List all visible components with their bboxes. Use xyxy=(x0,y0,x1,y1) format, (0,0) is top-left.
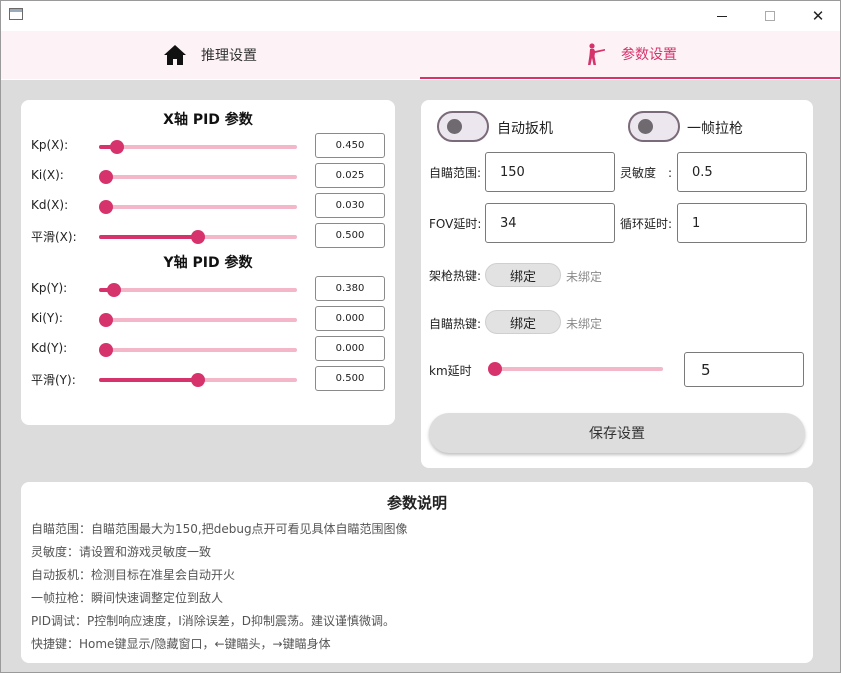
pid-parameters-card: X轴 PID 参数 Kp(X): 0.450 Ki(X): 0.025 Kd(X… xyxy=(21,100,395,425)
description-title: 参数说明 xyxy=(386,494,447,512)
kd-y-input[interactable]: 0.000 xyxy=(315,336,385,361)
slider-thumb[interactable] xyxy=(99,343,113,357)
one-frame-toggle[interactable] xyxy=(628,111,680,142)
smooth-x-label: 平滑(X): xyxy=(31,230,77,244)
fov-delay-input[interactable]: 34 xyxy=(485,203,615,243)
aim-range-label: 自瞄范围: xyxy=(429,166,482,180)
close-button[interactable]: ✕ xyxy=(795,1,841,31)
slider-thumb[interactable] xyxy=(488,362,502,376)
smooth-y-input[interactable]: 0.500 xyxy=(315,366,385,391)
home-icon xyxy=(164,45,186,65)
tab-inference-settings[interactable]: 推理设置 xyxy=(1,31,419,79)
slider-thumb[interactable] xyxy=(99,313,113,327)
kp-y-input[interactable]: 0.380 xyxy=(315,276,385,301)
tab-parameter-label: 参数设置 xyxy=(621,47,677,63)
slider-thumb[interactable] xyxy=(99,170,113,184)
toggle-knob xyxy=(447,119,462,134)
km-delay-label: km延时 xyxy=(429,364,472,378)
aim-hotkey-bind-button[interactable]: 绑定 xyxy=(485,310,561,334)
km-delay-input[interactable]: 5 xyxy=(684,352,804,387)
ki-x-input[interactable]: 0.025 xyxy=(315,163,385,188)
gun-hotkey-label: 架枪热键: xyxy=(429,269,482,283)
slider-thumb[interactable] xyxy=(99,200,113,214)
description-card: 参数说明 自瞄范围：自瞄范围最大为150,把debug点开可看见具体自瞄范围图像… xyxy=(21,482,813,663)
loop-delay-input[interactable]: 1 xyxy=(677,203,807,243)
pid-row-ki-x: Ki(X): 0.025 xyxy=(21,163,395,189)
maximize-button[interactable] xyxy=(747,1,793,31)
app-window-icon xyxy=(9,8,23,20)
smooth-x-slider[interactable] xyxy=(99,230,297,244)
pid-row-kd-y: Kd(Y): 0.000 xyxy=(21,336,395,362)
description-line: 自动扳机：检测目标在准星会自动开火 xyxy=(31,568,236,582)
save-settings-button[interactable]: 保存设置 xyxy=(429,413,805,453)
ki-y-input[interactable]: 0.000 xyxy=(315,306,385,331)
kp-y-label: Kp(Y): xyxy=(31,281,68,295)
kp-x-input[interactable]: 0.450 xyxy=(315,133,385,158)
title-bar: ✕ xyxy=(1,1,840,31)
content-area: X轴 PID 参数 Kp(X): 0.450 Ki(X): 0.025 Kd(X… xyxy=(1,80,840,672)
toggle-knob xyxy=(638,119,653,134)
smooth-y-label: 平滑(Y): xyxy=(31,373,76,387)
y-axis-pid-title: Y轴 PID 参数 xyxy=(163,255,253,271)
gun-hotkey-bind-button[interactable]: 绑定 xyxy=(485,263,561,287)
slider-thumb[interactable] xyxy=(106,283,121,297)
minimize-icon xyxy=(717,15,727,17)
description-line: 一帧拉枪：瞬间快速调整定位到敌人 xyxy=(31,591,224,605)
kd-x-label: Kd(X): xyxy=(31,198,69,212)
aim-hotkey-status: 未绑定 xyxy=(566,317,603,331)
description-line: PID调试：P控制响应速度，I消除误差，D抑制震荡。建议谨慎微调。 xyxy=(31,614,396,628)
minimize-button[interactable] xyxy=(699,1,745,31)
x-axis-pid-title: X轴 PID 参数 xyxy=(163,112,253,128)
aim-hotkey-label: 自瞄热键: xyxy=(429,317,482,331)
rifleman-icon xyxy=(588,43,605,65)
pid-row-smooth-x: 平滑(X): 0.500 xyxy=(21,223,395,249)
pid-row-ki-y: Ki(Y): 0.000 xyxy=(21,306,395,332)
description-line: 快捷键：Home键显示/隐藏窗口，←键瞄头，→键瞄身体 xyxy=(31,637,331,651)
kd-x-input[interactable]: 0.030 xyxy=(315,193,385,218)
pid-row-smooth-y: 平滑(Y): 0.500 xyxy=(21,366,395,392)
pid-row-kd-x: Kd(X): 0.030 xyxy=(21,193,395,219)
smooth-y-slider[interactable] xyxy=(99,373,297,387)
description-line: 灵敏度：请设置和游戏灵敏度一致 xyxy=(31,545,212,559)
auto-trigger-toggle[interactable] xyxy=(437,111,489,142)
fov-delay-label: FOV延时: xyxy=(429,217,482,231)
smooth-x-input[interactable]: 0.500 xyxy=(315,223,385,248)
maximize-icon xyxy=(765,11,775,21)
ki-x-label: Ki(X): xyxy=(31,168,64,182)
auto-trigger-label: 自动扳机 xyxy=(497,121,553,137)
tab-inference-label: 推理设置 xyxy=(201,48,257,64)
tab-parameter-settings[interactable]: 参数设置 xyxy=(420,31,840,79)
kp-x-slider[interactable] xyxy=(99,140,297,154)
ki-x-slider[interactable] xyxy=(99,170,297,184)
slider-thumb[interactable] xyxy=(191,230,205,244)
gun-hotkey-status: 未绑定 xyxy=(566,270,603,284)
aim-range-input[interactable]: 150 xyxy=(485,152,615,192)
slider-thumb[interactable] xyxy=(191,373,205,387)
ki-y-slider[interactable] xyxy=(99,313,297,327)
sensitivity-input[interactable]: 0.5 xyxy=(677,152,807,192)
kd-x-slider[interactable] xyxy=(99,200,297,214)
app-window: ✕ 推理设置 参数设置 X轴 PID 参数 Kp(X): 0.450 Ki(X)… xyxy=(0,0,841,673)
settings-card: 自动扳机 一帧拉枪 自瞄范围: 150 灵敏度 : 0.5 FOV延时: 34 … xyxy=(421,100,813,468)
loop-delay-label: 循环延时: xyxy=(620,217,673,231)
ki-y-label: Ki(Y): xyxy=(31,311,63,325)
one-frame-label: 一帧拉枪 xyxy=(687,121,743,137)
km-delay-slider[interactable] xyxy=(488,362,663,376)
pid-row-kp-y: Kp(Y): 0.380 xyxy=(21,276,395,302)
kd-y-label: Kd(Y): xyxy=(31,341,68,355)
sensitivity-label: 灵敏度 : xyxy=(620,166,673,180)
pid-row-kp-x: Kp(X): 0.450 xyxy=(21,133,395,159)
kp-x-label: Kp(X): xyxy=(31,138,69,152)
tab-bar: 推理设置 参数设置 xyxy=(1,31,840,79)
description-line: 自瞄范围：自瞄范围最大为150,把debug点开可看见具体自瞄范围图像 xyxy=(31,522,408,536)
slider-thumb[interactable] xyxy=(109,140,124,154)
kp-y-slider[interactable] xyxy=(99,283,297,297)
kd-y-slider[interactable] xyxy=(99,343,297,357)
